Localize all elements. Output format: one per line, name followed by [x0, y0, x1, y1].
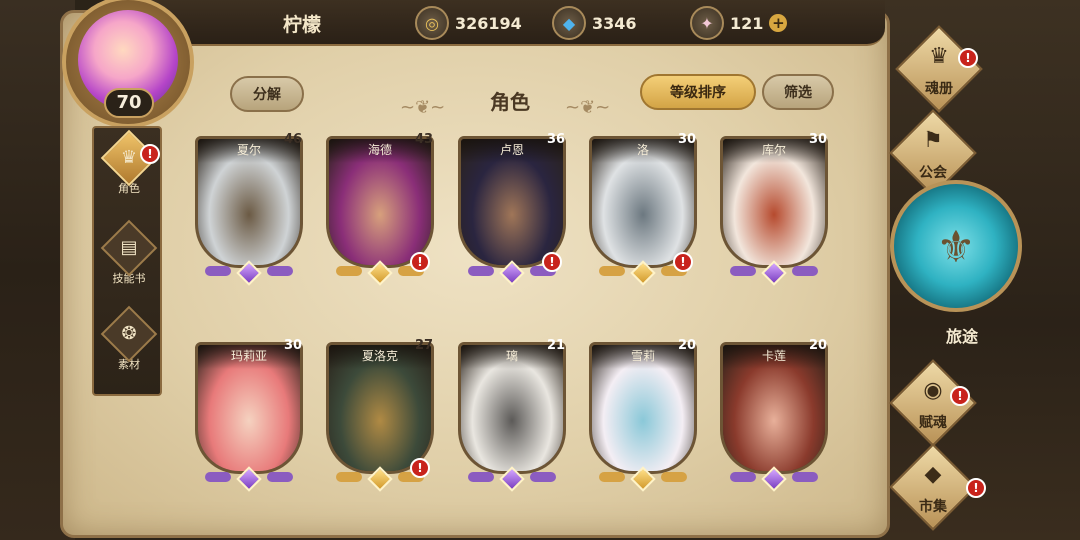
- rank-wing-right: [792, 266, 818, 276]
- character-card[interactable]: 卢恩 36!: [458, 132, 566, 288]
- skillbook-icon: ▤: [100, 219, 158, 277]
- soul-gift-button[interactable]: ◉ 赋魂 !: [889, 359, 977, 447]
- rank-wing-left: [205, 472, 231, 482]
- character-level-badge: 46: [277, 128, 309, 152]
- crystal-value: 3346: [592, 13, 637, 33]
- menu-item-skillbook[interactable]: ▤ 技能书: [94, 219, 164, 302]
- alert-icon: !: [410, 252, 430, 272]
- rank-crest-icon: [623, 260, 663, 286]
- rank-wing-left: [730, 472, 756, 482]
- character-level-badge: 30: [277, 334, 309, 358]
- gold-value: 326194: [455, 13, 522, 33]
- soul-book-label: 魂册: [925, 81, 953, 97]
- character-card[interactable]: 夏洛克 27!: [326, 338, 434, 494]
- character-card[interactable]: 玛莉亚 30: [195, 338, 303, 494]
- rank-wing-right: [792, 472, 818, 482]
- rank-crest-icon: [623, 466, 663, 492]
- character-card[interactable]: 夏尔 46: [195, 132, 303, 288]
- pink-gem-icon: ✦: [690, 6, 724, 40]
- character-level-badge: 30: [671, 128, 703, 152]
- character-card[interactable]: 海德 43!: [326, 132, 434, 288]
- rank-wing-left: [468, 472, 494, 482]
- character-card[interactable]: 洛 30!: [589, 132, 697, 288]
- player-name: 柠檬: [283, 14, 322, 36]
- menu-item-material[interactable]: ❂ 素材: [94, 305, 164, 388]
- rank-crest-icon: [754, 260, 794, 286]
- rank-crest-icon: [360, 466, 400, 492]
- character-level-badge: 20: [671, 334, 703, 358]
- gold-resource: ◎ 326194: [415, 6, 522, 40]
- gold-coin-icon: ◎: [415, 6, 449, 40]
- rank-wing-right: [530, 472, 556, 482]
- character-level-badge: 30: [802, 128, 834, 152]
- add-gem-button[interactable]: +: [769, 14, 788, 32]
- gem-value: 121: [730, 13, 764, 33]
- filter-button[interactable]: 筛选: [762, 74, 834, 110]
- crystal-resource: ◆ 3346: [552, 6, 637, 40]
- alert-icon: !: [410, 458, 430, 478]
- guild-icon: ⚑: [923, 128, 943, 153]
- rank-crest-icon: [492, 466, 532, 492]
- soul-book-button[interactable]: ♛ 魂册 !: [895, 25, 983, 113]
- rank-wing-right: [267, 266, 293, 276]
- material-icon: ❂: [100, 305, 158, 363]
- rank-wing-left: [205, 266, 231, 276]
- decompose-button[interactable]: 分解: [230, 76, 304, 112]
- alert-icon: !: [542, 252, 562, 272]
- rank-wing-right: [267, 472, 293, 482]
- rank-crest-icon: [360, 260, 400, 286]
- rank-wing-left: [468, 266, 494, 276]
- player-level-badge: 70: [104, 88, 154, 118]
- rank-crest-icon: [229, 466, 269, 492]
- alert-icon: !: [673, 252, 693, 272]
- character-card[interactable]: 卡莲 20: [720, 338, 828, 494]
- alert-icon: !: [958, 48, 978, 68]
- journey-button[interactable]: ⚜: [890, 180, 1022, 312]
- menu-item-character[interactable]: ♛ 角色 !: [94, 129, 164, 212]
- market-icon: ◆: [924, 462, 942, 487]
- alert-icon: !: [140, 144, 160, 164]
- journey-emblem-icon: ⚜: [936, 222, 976, 273]
- rank-crest-icon: [229, 260, 269, 286]
- rank-wing-right: [661, 472, 687, 482]
- character-level-badge: 20: [802, 334, 834, 358]
- character-level-badge: 43: [408, 128, 440, 152]
- rank-crest-icon: [492, 260, 532, 286]
- character-card[interactable]: 雪莉 20: [589, 338, 697, 494]
- journey-label: 旅途: [945, 327, 978, 346]
- gem-resource: ✦ 121 +: [690, 6, 788, 40]
- sort-by-level-button[interactable]: 等级排序: [640, 74, 756, 110]
- title-ornament-right: ~❦~: [565, 97, 611, 118]
- rank-wing-left: [730, 266, 756, 276]
- blue-crystal-icon: ◆: [552, 6, 586, 40]
- rank-wing-left: [336, 266, 362, 276]
- rank-crest-icon: [754, 466, 794, 492]
- character-card[interactable]: 璃 21: [458, 338, 566, 494]
- character-level-badge: 21: [540, 334, 572, 358]
- character-level-badge: 36: [540, 128, 572, 152]
- market-label: 市集: [919, 499, 947, 515]
- character-card[interactable]: 库尔 30: [720, 132, 828, 288]
- character-level-badge: 27: [408, 334, 440, 358]
- rank-wing-left: [599, 472, 625, 482]
- guild-label: 公会: [919, 165, 947, 181]
- left-menu: ♛ 角色 ! ▤ 技能书 ❂ 素材: [92, 126, 162, 396]
- alert-icon: !: [950, 386, 970, 406]
- soul-gift-label: 赋魂: [919, 415, 947, 431]
- rank-wing-left: [599, 266, 625, 276]
- alert-icon: !: [966, 478, 986, 498]
- rank-wing-left: [336, 472, 362, 482]
- market-button[interactable]: ◆ 市集 !: [889, 443, 986, 531]
